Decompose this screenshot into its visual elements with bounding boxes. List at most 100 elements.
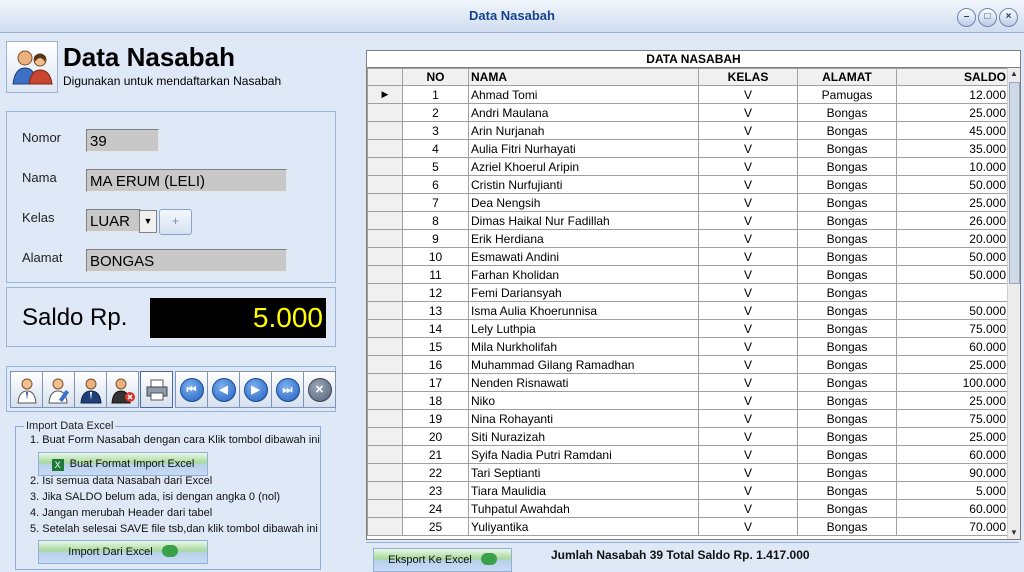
cell-alamat[interactable]: Bongas	[797, 175, 897, 194]
table-row[interactable]: 17 Nenden Risnawati V Bongas 100.000	[367, 373, 1009, 392]
cell-kelas[interactable]: V	[698, 517, 798, 536]
cell-no[interactable]: 3	[402, 121, 469, 140]
cell-no[interactable]: 5	[402, 157, 469, 176]
cell-no[interactable]: 20	[402, 427, 469, 446]
cell-saldo[interactable]: 5.000	[896, 481, 1009, 500]
cell-nama[interactable]: Tiara Maulidia	[468, 481, 699, 500]
cell-kelas[interactable]: V	[698, 409, 798, 428]
cell-nama[interactable]: Andri Maulana	[468, 103, 699, 122]
close-window-button[interactable]: ×	[999, 8, 1018, 27]
cell-no[interactable]: 8	[402, 211, 469, 230]
table-row[interactable]: 7 Dea Nengsih V Bongas 25.000	[367, 193, 1009, 212]
cell-saldo[interactable]: 35.000	[896, 139, 1009, 158]
cell-saldo[interactable]: 90.000	[896, 463, 1009, 482]
cell-no[interactable]: 18	[402, 391, 469, 410]
cell-saldo[interactable]: 25.000	[896, 355, 1009, 374]
cell-kelas[interactable]: V	[698, 265, 798, 284]
cell-no[interactable]: 24	[402, 499, 469, 518]
kelas-select[interactable]: LUAR	[86, 209, 141, 232]
cell-nama[interactable]: Tari Septianti	[468, 463, 699, 482]
cell-saldo[interactable]: 70.000	[896, 517, 1009, 536]
minimize-button[interactable]: –	[957, 8, 976, 27]
row-indicator[interactable]	[367, 229, 403, 248]
table-row[interactable]: 15 Mila Nurkholifah V Bongas 60.000	[367, 337, 1009, 356]
cell-alamat[interactable]: Bongas	[797, 121, 897, 140]
cell-kelas[interactable]: V	[698, 391, 798, 410]
column-header-saldo[interactable]: SALDO	[896, 68, 1009, 86]
cell-saldo[interactable]: 50.000	[896, 265, 1009, 284]
cell-nama[interactable]: Lely Luthpia	[468, 319, 699, 338]
cell-alamat[interactable]: Bongas	[797, 229, 897, 248]
cell-saldo[interactable]: 45.000	[896, 121, 1009, 140]
cell-kelas[interactable]: V	[698, 85, 798, 104]
cell-alamat[interactable]: Bongas	[797, 157, 897, 176]
row-indicator[interactable]	[367, 211, 403, 230]
cell-nama[interactable]: Niko	[468, 391, 699, 410]
table-row[interactable]: 25 Yuliyantika V Bongas 70.000	[367, 517, 1009, 536]
row-indicator[interactable]	[367, 157, 403, 176]
row-indicator[interactable]	[367, 301, 403, 320]
row-indicator[interactable]	[367, 409, 403, 428]
cell-kelas[interactable]: V	[698, 427, 798, 446]
cell-nama[interactable]: Isma Aulia Khoerunnisa	[468, 301, 699, 320]
cell-alamat[interactable]: Bongas	[797, 319, 897, 338]
row-indicator[interactable]	[367, 193, 403, 212]
cell-no[interactable]: 21	[402, 445, 469, 464]
scroll-thumb[interactable]	[1009, 82, 1020, 284]
cell-alamat[interactable]: Bongas	[797, 373, 897, 392]
cell-nama[interactable]: Siti Nurazizah	[468, 427, 699, 446]
delete-user-button[interactable]	[106, 371, 139, 408]
cell-no[interactable]: 6	[402, 175, 469, 194]
import-from-excel-button[interactable]: Import Dari Excel	[38, 540, 208, 564]
table-row[interactable]: 14 Lely Luthpia V Bongas 75.000	[367, 319, 1009, 338]
cell-no[interactable]: 14	[402, 319, 469, 338]
cell-nama[interactable]: Aulia Fitri Nurhayati	[468, 139, 699, 158]
column-header-alamat[interactable]: ALAMAT	[797, 68, 897, 86]
cell-kelas[interactable]: V	[698, 103, 798, 122]
cell-nama[interactable]: Ahmad Tomi	[468, 85, 699, 104]
table-row[interactable]: 19 Nina Rohayanti V Bongas 75.000	[367, 409, 1009, 428]
cell-kelas[interactable]: V	[698, 481, 798, 500]
column-header-no[interactable]: NO	[402, 68, 469, 86]
table-row[interactable]: 2 Andri Maulana V Bongas 25.000	[367, 103, 1009, 122]
row-indicator[interactable]	[367, 373, 403, 392]
cell-no[interactable]: 22	[402, 463, 469, 482]
table-row[interactable]: 10 Esmawati Andini V Bongas 50.000	[367, 247, 1009, 266]
cell-alamat[interactable]: Bongas	[797, 247, 897, 266]
scroll-down-icon[interactable]: ▼	[1008, 527, 1020, 539]
cell-alamat[interactable]: Bongas	[797, 265, 897, 284]
cell-alamat[interactable]: Bongas	[797, 409, 897, 428]
cell-saldo[interactable]: 25.000	[896, 193, 1009, 212]
row-indicator[interactable]	[367, 283, 403, 302]
cell-nama[interactable]: Dea Nengsih	[468, 193, 699, 212]
cell-no[interactable]: 2	[402, 103, 469, 122]
table-row[interactable]: ▶ 1 Ahmad Tomi V Pamugas 12.000	[367, 85, 1009, 104]
cell-nama[interactable]: Farhan Kholidan	[468, 265, 699, 284]
table-row[interactable]: 16 Muhammad Gilang Ramadhan V Bongas 25.000	[367, 355, 1009, 374]
cell-no[interactable]: 11	[402, 265, 469, 284]
cell-alamat[interactable]: Bongas	[797, 283, 897, 302]
next-record-button[interactable]: ▶	[239, 371, 272, 408]
cell-alamat[interactable]: Bongas	[797, 445, 897, 464]
table-row[interactable]: 6 Cristin Nurfujianti V Bongas 50.000	[367, 175, 1009, 194]
row-indicator[interactable]	[367, 103, 403, 122]
cell-saldo[interactable]: 60.000	[896, 499, 1009, 518]
add-kelas-button[interactable]: +	[159, 209, 192, 235]
create-import-format-button[interactable]: X Buat Format Import Excel	[38, 452, 208, 476]
cell-alamat[interactable]: Bongas	[797, 391, 897, 410]
cell-kelas[interactable]: V	[698, 373, 798, 392]
cell-no[interactable]: 9	[402, 229, 469, 248]
cell-nama[interactable]: Yuliyantika	[468, 517, 699, 536]
cell-no[interactable]: 12	[402, 283, 469, 302]
cell-alamat[interactable]: Bongas	[797, 481, 897, 500]
row-indicator[interactable]	[367, 481, 403, 500]
row-indicator[interactable]: ▶	[367, 85, 403, 104]
cell-kelas[interactable]: V	[698, 283, 798, 302]
table-row[interactable]: 24 Tuhpatul Awahdah V Bongas 60.000	[367, 499, 1009, 518]
cell-no[interactable]: 16	[402, 355, 469, 374]
table-row[interactable]: 23 Tiara Maulidia V Bongas 5.000	[367, 481, 1009, 500]
scroll-up-icon[interactable]: ▲	[1008, 68, 1020, 80]
table-row[interactable]: 5 Azriel Khoerul Aripin V Bongas 10.000	[367, 157, 1009, 176]
cell-nama[interactable]: Femi Dariansyah	[468, 283, 699, 302]
column-header-nama[interactable]: NAMA	[468, 68, 699, 86]
